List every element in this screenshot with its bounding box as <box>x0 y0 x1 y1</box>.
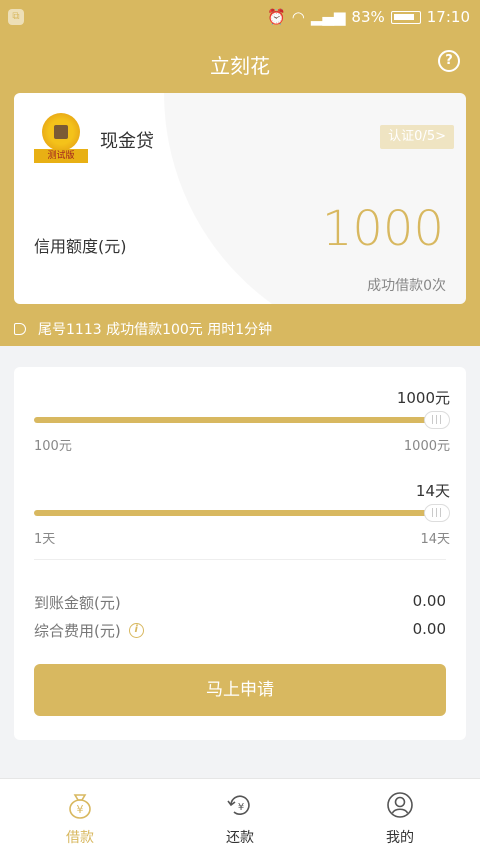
tab-repay[interactable]: ¥ 还款 <box>160 779 320 853</box>
fee-label: 综合费用(元) i <box>34 620 144 641</box>
info-icon[interactable]: i <box>128 623 144 638</box>
divider <box>34 559 446 560</box>
amount-min: 100元 <box>34 439 72 454</box>
tab-bar: ¥ 借款 ¥ 还款 我的 <box>0 778 480 853</box>
money-bag-icon: ¥ <box>69 794 91 819</box>
wifi-icon: ◠ <box>291 8 305 26</box>
fee-value: 0.00 <box>412 620 446 638</box>
tab-mine-label: 我的 <box>386 830 414 846</box>
amount-max: 1000元 <box>403 439 450 454</box>
svg-text:¥: ¥ <box>77 803 84 816</box>
repay-icon: ¥ <box>227 795 250 815</box>
product-name: 现金贷 <box>100 131 154 152</box>
alarm-icon: ⏰ <box>267 8 286 26</box>
tab-mine[interactable]: 我的 <box>320 779 480 853</box>
days-max: 14天 <box>420 532 450 547</box>
tab-borrow[interactable]: ¥ 借款 <box>0 779 160 853</box>
amount-slider-track[interactable]: ||| <box>34 411 450 429</box>
status-indicators: ⏰ ◠ ▂▄▆ 83% 17:10 <box>267 8 470 26</box>
battery-icon <box>390 10 421 24</box>
help-icon[interactable]: ? <box>438 50 460 72</box>
days-value: 14天 <box>415 482 450 500</box>
status-bar: ⧉ ⏰ ◠ ▂▄▆ 83% 17:10 <box>0 0 480 36</box>
credit-value: 1000 <box>321 201 444 257</box>
success-count: 成功借款0次 <box>367 278 446 294</box>
amount-value: 1000元 <box>396 389 450 407</box>
page-title: 立刻花 <box>210 54 270 78</box>
arrival-label: 到账金额(元) <box>34 594 121 612</box>
user-icon <box>387 792 413 818</box>
notice-bar: 尾号1113 成功借款100元 用时1分钟 <box>14 319 272 339</box>
arrival-value: 0.00 <box>412 592 446 610</box>
header: 立刻花 ? 测试版 现金贷 认证0/5> 信用额度(元) 1000 成功借款0次… <box>0 36 480 346</box>
notification-icon: ⧉ <box>8 9 24 25</box>
tab-repay-label: 还款 <box>226 830 254 846</box>
svg-text:¥: ¥ <box>238 802 244 813</box>
battery-percent: 83% <box>351 8 385 26</box>
days-min: 1天 <box>34 532 56 547</box>
product-card: 测试版 现金贷 认证0/5> 信用额度(元) 1000 成功借款0次 <box>14 93 466 304</box>
speaker-icon <box>14 323 26 335</box>
clock: 17:10 <box>426 8 470 26</box>
loan-panel: 1000元 ||| 100元 1000元 14天 ||| 1天 14天 到账金额… <box>14 367 466 740</box>
notice-text: 尾号1113 成功借款100元 用时1分钟 <box>38 322 273 338</box>
credit-label: 信用额度(元) <box>34 237 127 256</box>
days-slider-handle[interactable]: ||| <box>424 504 450 522</box>
days-slider-track[interactable]: ||| <box>34 504 450 522</box>
apply-button[interactable]: 马上申请 <box>34 664 446 716</box>
tab-borrow-label: 借款 <box>66 830 94 846</box>
product-logo: 测试版 <box>34 111 88 165</box>
signal-icon: ▂▄▆ <box>310 8 346 26</box>
amount-slider-handle[interactable]: ||| <box>424 411 450 429</box>
verify-button[interactable]: 认证0/5> <box>380 125 454 149</box>
